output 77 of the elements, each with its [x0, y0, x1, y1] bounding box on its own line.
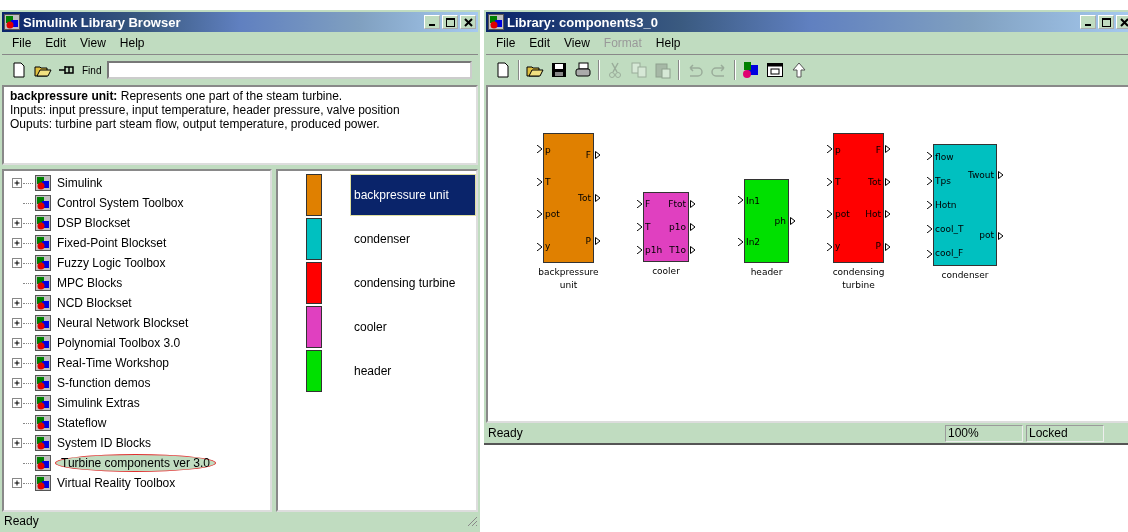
port-label: pot: [545, 209, 560, 219]
menu-item[interactable]: View: [74, 36, 112, 50]
status-text: Ready: [488, 426, 524, 440]
lock-status: Locked: [1026, 424, 1104, 442]
port-label: P: [585, 235, 591, 246]
port-label: In2: [746, 236, 761, 247]
port-label: pot: [979, 230, 994, 240]
port-label: F: [875, 145, 881, 155]
block[interactable]: In1 In2 ph: [744, 179, 789, 263]
port-label: cool_T: [935, 224, 964, 234]
tree-item[interactable]: Simulink: [55, 175, 105, 191]
menu-item[interactable]: Edit: [39, 36, 73, 50]
port-label: y: [545, 241, 551, 251]
port-label: p1h: [645, 244, 663, 255]
tree-item[interactable]: Fixed-Point Blockset: [55, 235, 169, 251]
port-label: p: [835, 145, 841, 155]
port-label: In1: [746, 195, 761, 206]
zoom-level: 100%: [945, 424, 1023, 442]
tree-item[interactable]: Stateflow: [55, 415, 109, 431]
tree-item[interactable]: Neural Network Blockset: [55, 315, 191, 331]
port-label: T: [835, 177, 841, 187]
port-label: Tot: [868, 177, 881, 187]
port-label: F: [645, 199, 651, 210]
port-label: Tps: [935, 176, 951, 186]
tree-item[interactable]: MPC Blocks: [55, 275, 125, 291]
port-label: p: [545, 145, 551, 155]
description-text: Inputs: input pressure, input temperature, header pressure, valve position: [10, 103, 401, 117]
port-label: flow: [935, 152, 954, 162]
tree-item[interactable]: System ID Blocks: [55, 435, 154, 451]
tree-item[interactable]: Real-Time Workshop: [55, 355, 172, 371]
port-label: Twout: [967, 170, 994, 180]
block-item[interactable]: condensing turbine: [350, 262, 476, 304]
tree-item[interactable]: Virtual Reality Toolbox: [55, 475, 178, 491]
tree-item[interactable]: Turbine components ver 3.0: [55, 454, 216, 472]
tree-item[interactable]: DSP Blockset: [55, 215, 133, 231]
window-title: Library: components3_0: [507, 14, 659, 30]
tree-item[interactable]: S-function demos: [55, 375, 153, 391]
tree-item[interactable]: Simulink Extras: [55, 395, 142, 411]
menu-item[interactable]: File: [6, 36, 38, 50]
menu-item[interactable]: View: [558, 36, 596, 50]
description-text: Ouputs: turbine part steam flow, output temperature, produced power.: [10, 117, 381, 131]
block-label: condenser: [940, 269, 990, 282]
block-label: backpressure unit: [537, 266, 600, 292]
status-text: Ready: [4, 514, 39, 528]
menu-item[interactable]: Help: [113, 36, 151, 50]
block-item[interactable]: condenser: [350, 218, 476, 260]
port-label: p1o: [669, 222, 686, 232]
port-label: cool_F: [935, 248, 964, 258]
port-label: T: [645, 222, 651, 232]
block-item[interactable]: cooler: [350, 306, 476, 348]
block-item[interactable]: backpressure unit: [350, 174, 476, 216]
tree-item[interactable]: Control System Toolbox: [55, 195, 186, 211]
port-label: pot: [835, 209, 850, 219]
menu-item[interactable]: Help: [649, 36, 687, 50]
description-text: backpressure unit: Represents one part of the steam turbine.: [10, 89, 344, 103]
port-label: T1o: [669, 244, 686, 255]
port-label: y: [835, 241, 841, 251]
tree-item[interactable]: Fuzzy Logic Toolbox: [55, 255, 168, 271]
find-button[interactable]: Find: [82, 64, 102, 76]
menu-item[interactable]: File: [490, 36, 522, 50]
block-label: condensing turbine: [831, 266, 886, 292]
port-label: P: [875, 241, 881, 251]
tree-item[interactable]: Polynomial Toolbox 3.0: [55, 335, 183, 351]
port-label: Ftot: [668, 199, 686, 210]
port-label: Hot: [865, 209, 881, 219]
port-label: F: [585, 150, 591, 161]
block-label: cooler: [651, 265, 681, 278]
port-label: Tot: [578, 193, 591, 203]
block-item[interactable]: header: [350, 350, 476, 392]
port-label: Hotn: [935, 200, 957, 210]
port-label: ph: [774, 216, 786, 226]
tree-item[interactable]: NCD Blockset: [55, 295, 134, 311]
block-label: header: [749, 266, 784, 279]
port-label: T: [545, 177, 551, 187]
window-title: Simulink Library Browser: [23, 14, 182, 30]
menu-item[interactable]: Edit: [523, 36, 557, 50]
block[interactable]: flow Tps Hotn cool_T cool_F Twout pot: [933, 144, 997, 266]
